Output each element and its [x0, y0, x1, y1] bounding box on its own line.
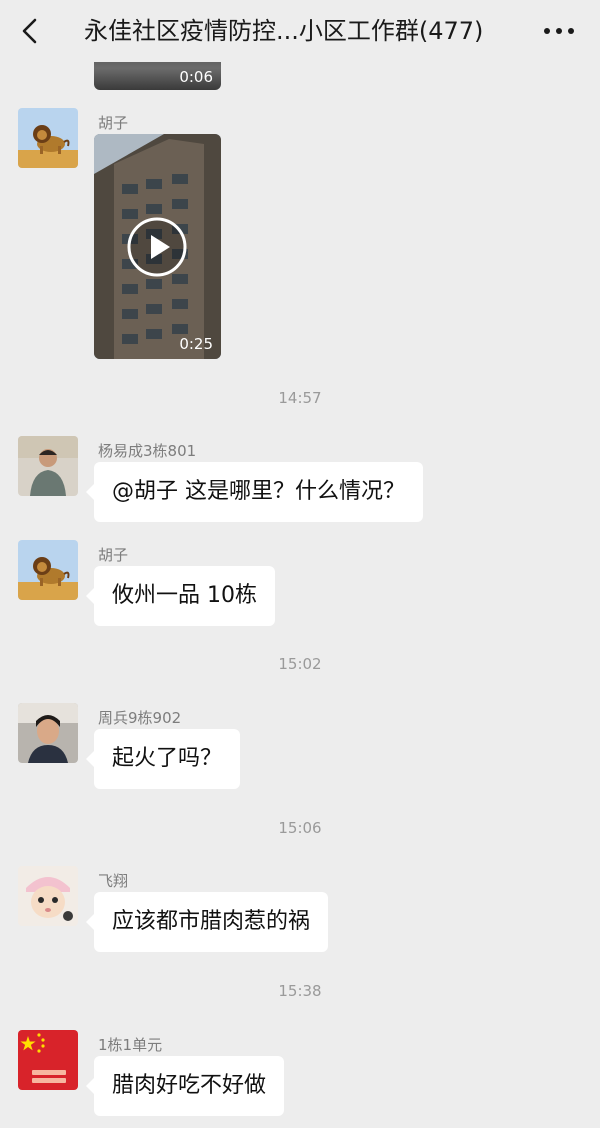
timestamp: 15:02 — [278, 655, 322, 673]
avatar[interactable] — [18, 1030, 78, 1090]
man-photo-avatar — [18, 436, 78, 496]
message-list[interactable]: 0:06 胡子 0:25 14:57 杨易成3栋801 @胡子 这是哪里？什么情… — [0, 62, 600, 1128]
message-bubble[interactable]: @胡子 这是哪里？什么情况？ — [86, 462, 423, 522]
avatar[interactable] — [18, 540, 78, 600]
timestamp: 15:06 — [278, 819, 322, 837]
flag-avatar — [18, 1030, 78, 1090]
lion-avatar-icon — [18, 540, 78, 600]
man-selfie-avatar — [18, 703, 78, 763]
message-bubble[interactable]: 起火了吗？ — [85, 729, 241, 789]
video-duration: 0:06 — [179, 68, 213, 86]
avatar[interactable] — [18, 436, 78, 496]
avatar[interactable] — [18, 703, 78, 763]
sender-name: 周兵9栋902 — [98, 709, 182, 727]
timestamp: 15:38 — [278, 982, 322, 1000]
avatar[interactable] — [18, 866, 78, 926]
message-bubble[interactable]: 应该都市腊肉惹的祸 — [85, 892, 329, 952]
baby-avatar — [18, 866, 78, 926]
lion-avatar-icon — [18, 108, 78, 168]
message-bubble[interactable]: 攸州一品 10栋 — [86, 566, 275, 626]
chat-title: 永佳社区疫情防控...小区工作群(477) — [84, 17, 484, 45]
sender-name: 杨易成3栋801 — [98, 442, 197, 460]
video-message[interactable]: 0:25 — [94, 134, 221, 359]
more-dots-icon[interactable] — [540, 14, 578, 48]
sender-name: 胡子 — [98, 114, 129, 132]
message-bubble[interactable]: 腊肉好吃不好做 — [85, 1056, 285, 1116]
sender-name: 飞翔 — [98, 872, 129, 890]
chat-header: 永佳社区疫情防控...小区工作群(477) — [0, 0, 600, 62]
avatar[interactable] — [18, 108, 78, 168]
sender-name: 胡子 — [98, 546, 129, 564]
video-duration: 0:25 — [179, 335, 213, 353]
timestamp: 14:57 — [278, 389, 322, 407]
play-icon[interactable] — [126, 216, 188, 278]
video-message-previous[interactable]: 0:06 — [94, 62, 221, 90]
sender-name: 1栋1单元 — [98, 1036, 163, 1054]
chevron-left-icon[interactable] — [14, 14, 48, 48]
